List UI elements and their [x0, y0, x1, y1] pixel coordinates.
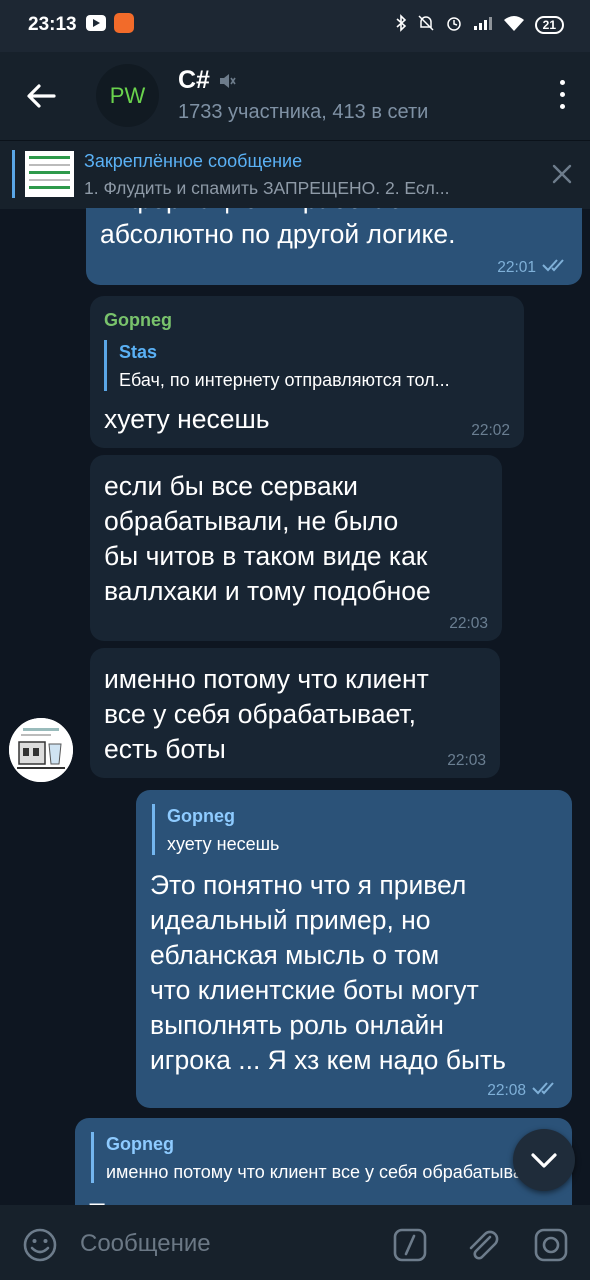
- chat-header: PW C# 1733 участника, 413 в сети: [0, 52, 590, 140]
- message-bubble[interactable]: Gopneg хуету несешь Это понятно что я пр…: [136, 790, 572, 1108]
- message-bubble[interactable]: информацией и работает абсолютно по друг…: [86, 208, 582, 285]
- message-text: именно потому что клиент все у себя обра…: [104, 664, 429, 764]
- message-bubble[interactable]: если бы все серваки обрабатывали, не был…: [90, 455, 502, 641]
- sender-name[interactable]: Gopneg: [104, 310, 172, 331]
- status-time: 23:13: [28, 14, 77, 35]
- chat-title[interactable]: C#: [178, 66, 210, 95]
- chat-avatar[interactable]: PW: [96, 64, 159, 127]
- close-icon[interactable]: [551, 163, 573, 185]
- chat-member-count: 1733 участника, 413 в сети: [178, 101, 429, 123]
- reply-preview[interactable]: Gopneg именно потому что клиент все у се…: [91, 1132, 526, 1183]
- message-text: Это понятно что я привел идеальный приме…: [150, 870, 506, 1075]
- message-time: 22:03: [447, 752, 486, 769]
- pinned-text: 1. Флудить и спамить ЗАПРЕЩЕНО. 2. Есл..…: [84, 178, 450, 198]
- pinned-indicator: [12, 150, 15, 198]
- muted-icon: [218, 72, 236, 95]
- chevron-down-icon: [531, 1153, 557, 1168]
- reply-text: Ебач, по интернету отправляются тол...: [119, 370, 450, 390]
- youtube-notification-icon: [86, 15, 106, 31]
- message-input-bar: [0, 1205, 590, 1280]
- message-time: 22:02: [471, 422, 510, 439]
- message-text: информацией и работает абсолютно по друг…: [100, 208, 456, 249]
- pinned-thumbnail: [25, 151, 74, 197]
- message-input[interactable]: [78, 1229, 362, 1259]
- reply-text: именно потому что клиент все у себя обра…: [106, 1162, 526, 1182]
- mute-notifications-icon: [417, 14, 435, 36]
- camera-icon[interactable]: [533, 1227, 569, 1268]
- status-bar: 23:13 21: [0, 0, 590, 52]
- attach-icon[interactable]: [462, 1225, 502, 1270]
- more-options-icon[interactable]: [556, 80, 568, 114]
- message-bubble[interactable]: именно потому что клиент все у себя обра…: [90, 648, 500, 778]
- bluetooth-icon: [395, 14, 407, 36]
- pinned-title: Закреплённое сообщение: [84, 151, 303, 171]
- signal-icon: [473, 15, 493, 35]
- battery-indicator: 21: [534, 16, 564, 34]
- message-time: 22:08: [487, 1081, 526, 1099]
- message-time: 22:03: [449, 615, 488, 632]
- app-notification-icon: [114, 13, 134, 33]
- reply-text: хуету несешь: [167, 834, 280, 854]
- reply-preview[interactable]: Stas Ебач, по интернету отправляются тол…: [104, 340, 523, 391]
- reply-name: Gopneg: [167, 806, 235, 826]
- emoji-icon[interactable]: [22, 1227, 58, 1268]
- bot-commands-icon[interactable]: [392, 1227, 428, 1268]
- message-text: хуету несешь: [104, 404, 270, 434]
- message-time: 22:01: [497, 258, 536, 276]
- read-checkmarks-icon: [532, 1081, 558, 1100]
- reply-name: Gopneg: [106, 1134, 174, 1154]
- reply-preview[interactable]: Gopneg хуету несешь: [152, 804, 571, 855]
- alarm-icon: [445, 14, 463, 36]
- wifi-icon: [503, 15, 525, 35]
- read-checkmarks-icon: [542, 258, 568, 277]
- pinned-message-bar[interactable]: Закреплённое сообщение 1. Флудить и спам…: [0, 140, 590, 209]
- message-bubble[interactable]: Gopneg Stas Ебач, по интернету отправляю…: [90, 296, 524, 448]
- back-arrow-icon[interactable]: [22, 76, 62, 116]
- message-list[interactable]: информацией и работает абсолютно по друг…: [0, 208, 590, 1205]
- user-avatar[interactable]: [9, 718, 73, 782]
- message-text: Т: [89, 1196, 105, 1205]
- message-text: если бы все серваки обрабатывали, не был…: [104, 471, 431, 606]
- message-bubble[interactable]: Gopneg именно потому что клиент все у се…: [75, 1118, 572, 1205]
- reply-name: Stas: [119, 342, 158, 362]
- scroll-down-button[interactable]: [513, 1129, 575, 1191]
